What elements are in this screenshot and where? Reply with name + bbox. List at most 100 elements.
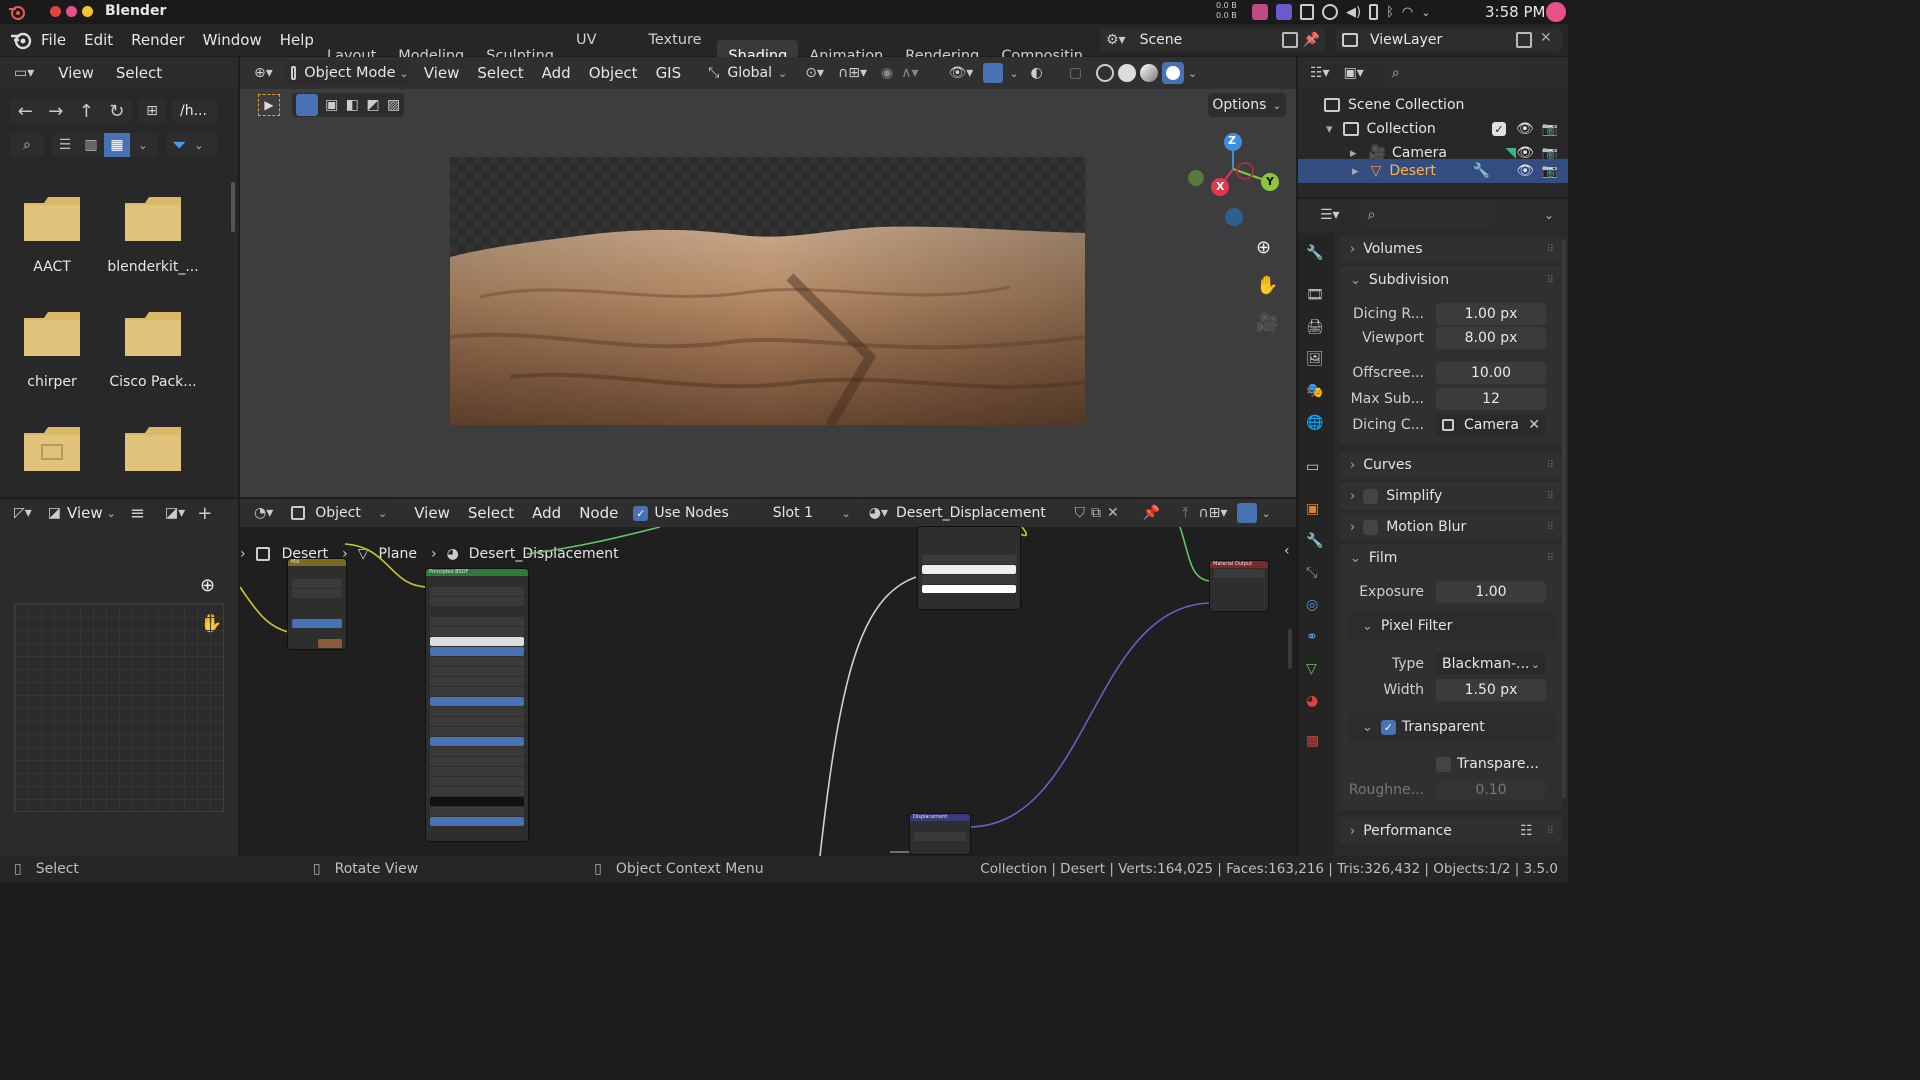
app-tray-icon[interactable]: [1252, 4, 1268, 20]
scrollbar[interactable]: [1288, 629, 1292, 669]
menu-view[interactable]: View: [415, 57, 469, 89]
image-browse-icon[interactable]: ◪▾: [165, 505, 185, 521]
hamburger-menu-icon[interactable]: ≡: [130, 503, 145, 524]
media-play-icon[interactable]: [1322, 4, 1338, 20]
outliner-search-input[interactable]: ⌕: [1383, 61, 1522, 85]
panel-motion-blur[interactable]: › Motion Blur ⠿: [1340, 513, 1562, 541]
snap-icon[interactable]: ∩⊞▾: [1198, 505, 1227, 521]
list-icon[interactable]: ☷: [1520, 823, 1533, 839]
dicing-rate-render-field[interactable]: 1.00 px: [1436, 303, 1546, 325]
editor-type-icon[interactable]: ◸▾: [14, 505, 32, 521]
particles-tab-icon[interactable]: ⤡: [1306, 565, 1317, 581]
path-field[interactable]: /h...: [172, 99, 218, 123]
modifier-tab-icon[interactable]: 🔧: [1306, 533, 1323, 549]
editor-type-icon[interactable]: ☰▾: [1320, 207, 1340, 223]
new-image-icon[interactable]: +: [197, 503, 212, 524]
refresh-icon[interactable]: ↻: [109, 101, 124, 122]
shader-type-dropdown[interactable]: Object ⌄: [285, 501, 394, 525]
menu-view[interactable]: View: [405, 497, 459, 529]
select-new-icon[interactable]: [295, 94, 318, 116]
modifier-wrench-icon[interactable]: 🔧: [1473, 163, 1490, 179]
visibility-icon[interactable]: 👁▾: [949, 65, 974, 81]
wireframe-shading-icon[interactable]: [1096, 64, 1114, 82]
3d-viewport[interactable]: ⊕▾ Object Mode ⌄ View Select Add Object …: [240, 57, 1296, 497]
object-mode-dropdown[interactable]: Object Mode ⌄: [284, 61, 409, 85]
chevron-down-icon[interactable]: ⌄: [1009, 67, 1018, 80]
bluetooth-icon[interactable]: ᛒ: [1386, 5, 1394, 20]
blender-menu-icon[interactable]: [10, 30, 32, 50]
panel-curves[interactable]: › Curves ⠿: [1340, 451, 1562, 479]
material-actions[interactable]: ⛉⧉✕: [1075, 505, 1125, 521]
chevron-down-icon[interactable]: ⌄: [1421, 6, 1430, 19]
select-subtract-icon[interactable]: ◧: [346, 97, 359, 113]
motion-blur-checkbox[interactable]: [1363, 519, 1379, 535]
exclude-checkbox[interactable]: ✓: [1492, 122, 1507, 136]
chevron-down-icon[interactable]: ⌄: [130, 139, 156, 152]
parent-dir-icon[interactable]: ↑: [79, 101, 94, 122]
render-camera-icon[interactable]: 📷: [1542, 164, 1558, 179]
subpanel-pixel-filter[interactable]: ⌄ Pixel Filter: [1348, 612, 1556, 640]
image-mode-icon[interactable]: ◪: [48, 505, 61, 521]
minimize-window-button[interactable]: [66, 6, 77, 17]
menu-edit[interactable]: Edit: [75, 24, 122, 56]
scrollbar[interactable]: [1562, 239, 1566, 799]
select-extend-icon[interactable]: ▣: [325, 97, 338, 113]
render-tab-icon[interactable]: 🎞: [1306, 287, 1324, 303]
transparent-glass-checkbox[interactable]: [1436, 756, 1451, 772]
object-tab-icon[interactable]: ▣: [1306, 501, 1319, 517]
new-scene-icon[interactable]: [1282, 32, 1298, 48]
cursor-tool-icon[interactable]: ▶: [258, 94, 280, 116]
scene-name[interactable]: Scene: [1140, 32, 1183, 48]
navigation-gizmo[interactable]: Z Y X: [1182, 132, 1282, 232]
editor-type-icon[interactable]: ◔▾: [254, 505, 273, 521]
close-icon[interactable]: ✕: [1306, 32, 1318, 48]
parent-node-tree-icon[interactable]: ⤒: [1182, 505, 1188, 521]
overlay-toggle-icon[interactable]: [1237, 503, 1258, 523]
select-invert-icon[interactable]: ◩: [366, 97, 379, 113]
chart-tray-icon[interactable]: [1276, 4, 1292, 20]
eye-icon[interactable]: 👁: [1516, 163, 1534, 179]
collection-tab-icon[interactable]: ▭: [1306, 459, 1319, 475]
filter-width-field[interactable]: 1.50 px: [1436, 679, 1546, 701]
world-tab-icon[interactable]: 🌐: [1306, 415, 1323, 431]
dicing-rate-viewport-field[interactable]: 8.00 px: [1436, 327, 1546, 349]
filter-toggle[interactable]: ⏷ ⌄: [166, 133, 218, 157]
volume-icon[interactable]: ◀): [1346, 5, 1361, 20]
panel-subdivision[interactable]: ⌄ Subdivision ⠿: [1340, 266, 1562, 294]
pivot-icon[interactable]: ⊙▾: [805, 65, 824, 81]
menu-select[interactable]: Select: [468, 57, 532, 89]
proportional-edit-icon[interactable]: ◉: [881, 65, 893, 81]
simplify-checkbox[interactable]: [1363, 488, 1379, 504]
material-tab-icon[interactable]: ◕: [1306, 693, 1318, 709]
view-layer-name[interactable]: ViewLayer: [1370, 32, 1442, 48]
search-icon[interactable]: ⌕: [10, 133, 44, 157]
menu-add[interactable]: Add: [533, 57, 580, 89]
folder-item[interactable]: AACT: [24, 197, 80, 275]
list-horizontal-icon[interactable]: ▥: [78, 137, 104, 153]
menu-gis[interactable]: GIS: [647, 57, 691, 89]
chevron-right-icon[interactable]: ▸: [1352, 164, 1359, 179]
sidebar-toggle-icon[interactable]: ‹: [1284, 543, 1290, 559]
menu-node[interactable]: Node: [570, 497, 627, 529]
close-icon[interactable]: ✕: [1528, 417, 1540, 433]
transform-orientation[interactable]: ⤡ Global ⌄: [708, 65, 787, 81]
image-texture-node[interactable]: [918, 527, 1020, 609]
scrollbar[interactable]: [231, 182, 235, 232]
properties-search-input[interactable]: ⌕: [1359, 203, 1496, 227]
snap-icon[interactable]: ∩⊞▾: [838, 65, 867, 81]
menu-render[interactable]: Render: [122, 24, 193, 56]
zoom-icon[interactable]: ⊕: [200, 575, 215, 596]
chevron-down-icon[interactable]: ⌄: [107, 507, 116, 520]
folder-item[interactable]: [24, 427, 80, 471]
menu-window[interactable]: Window: [194, 24, 271, 56]
menu-file[interactable]: File: [32, 24, 75, 56]
chevron-down-icon[interactable]: ⌄: [1544, 208, 1554, 222]
panel-volumes[interactable]: › Volumes ⠿: [1340, 235, 1562, 263]
outliner-row-collection[interactable]: ▾ Collection ✓ 👁 📷: [1326, 117, 1568, 141]
clipboard-icon[interactable]: [1300, 4, 1314, 20]
gizmo-toggle-icon[interactable]: [983, 63, 1004, 83]
outliner-row-desert[interactable]: ▸ ▽ Desert 🔧 👁 📷: [1298, 159, 1568, 183]
xray-icon[interactable]: ▢: [1069, 65, 1082, 81]
folder-item[interactable]: chirper: [24, 312, 80, 390]
menu-view[interactable]: View: [58, 64, 94, 82]
